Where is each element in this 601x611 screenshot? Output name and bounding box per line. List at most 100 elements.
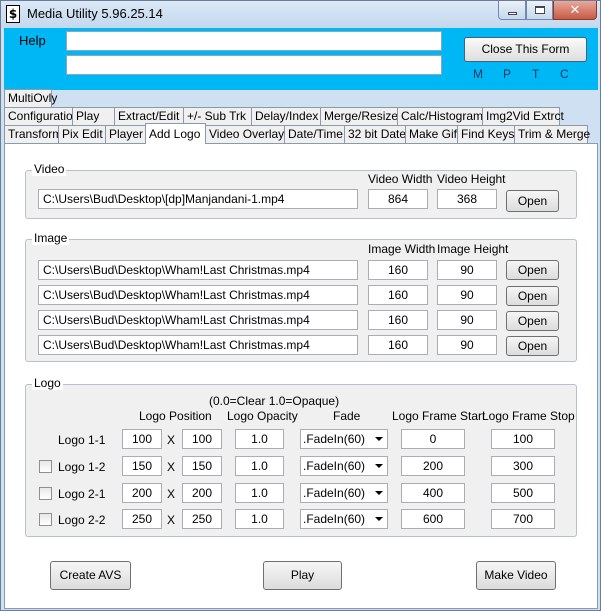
logo-2-2-checkbox[interactable]: [39, 513, 52, 526]
close-form-button[interactable]: Close This Form: [464, 37, 587, 62]
chevron-down-icon: [375, 437, 383, 441]
tab-make-gif[interactable]: Make Gif: [405, 125, 458, 144]
tab-row-1: MultiOvly: [4, 89, 57, 108]
logo-1-2-fade-value: .FadeIn(60): [303, 459, 366, 473]
tab-find-keys[interactable]: Find Keys: [457, 125, 515, 144]
logo-group: Logo (0.0=Clear 1.0=Opaque) Logo Positio…: [25, 376, 577, 537]
close-icon: ✕: [569, 2, 581, 18]
logo-2-1-opacity[interactable]: 1.0: [235, 483, 284, 503]
tab-configuration[interactable]: Configuration: [4, 107, 79, 126]
logo-1-2-pos-y[interactable]: 150: [182, 456, 222, 476]
logo-frame-stop-header: Logo Frame Stop: [482, 409, 575, 423]
image-open-button-4[interactable]: Open: [506, 336, 559, 356]
logo-1-2-checkbox[interactable]: [39, 460, 52, 473]
add-logo-panel: Video Video Width Video Height C:\Users\…: [4, 143, 598, 609]
image-path-field-3[interactable]: C:\Users\Bud\Desktop\Wham!Last Christmas…: [38, 310, 358, 330]
create-avs-button[interactable]: Create AVS: [50, 561, 131, 590]
logo-1-2-opacity[interactable]: 1.0: [235, 456, 284, 476]
logo-2-2-frame-stop[interactable]: 700: [491, 509, 555, 529]
logo-2-1-frame-start[interactable]: 400: [401, 483, 465, 503]
image-width-field-3[interactable]: 160: [368, 310, 428, 330]
image-path-field-1[interactable]: C:\Users\Bud\Desktop\Wham!Last Christmas…: [38, 260, 358, 280]
image-group-title: Image: [32, 231, 70, 245]
letter-t: T: [532, 67, 540, 81]
tab-play[interactable]: Play: [72, 107, 115, 126]
logo-1-1-pos-y[interactable]: 100: [182, 429, 222, 449]
image-open-button-1[interactable]: Open: [506, 260, 559, 280]
logo-1-1-frame-stop[interactable]: 100: [491, 429, 555, 449]
logo-1-2-frame-stop[interactable]: 300: [491, 456, 555, 476]
tab-trim-merge[interactable]: Trim & Merge: [514, 125, 590, 144]
logo-1-2-frame-start[interactable]: 200: [401, 456, 465, 476]
video-open-button[interactable]: Open: [506, 190, 559, 212]
logo-1-1-label: Logo 1-1: [58, 433, 106, 447]
logo-2-1-x-sep: X: [167, 487, 176, 501]
logo-2-1-checkbox[interactable]: [39, 487, 52, 500]
logo-2-1-pos-y[interactable]: 200: [182, 483, 222, 503]
logo-2-1-pos-x[interactable]: 200: [122, 483, 162, 503]
tab-delay-index[interactable]: Delay/Index: [251, 107, 321, 126]
logo-2-1-fade-select[interactable]: .FadeIn(60): [300, 483, 388, 503]
tab-img2vid-extrct[interactable]: Img2Vid Extrct: [482, 107, 564, 126]
tab-pix-edit[interactable]: Pix Edit: [58, 125, 106, 144]
letter-p: P: [503, 67, 512, 81]
tab-calc-histogram[interactable]: Calc/Histogram: [397, 107, 483, 126]
video-width-label: Video Width: [368, 172, 433, 186]
image-height-field-4[interactable]: 90: [437, 335, 497, 355]
make-video-button[interactable]: Make Video: [476, 561, 556, 590]
minimize-icon: [507, 11, 517, 15]
app-icon: $: [6, 5, 20, 23]
tab-video-overlay[interactable]: Video Overlay: [205, 125, 285, 144]
image-width-field-1[interactable]: 160: [368, 260, 428, 280]
video-group: Video Video Width Video Height C:\Users\…: [25, 162, 577, 219]
letter-c: C: [560, 67, 569, 81]
logo-1-1-pos-x[interactable]: 100: [122, 429, 162, 449]
logo-1-1-frame-start[interactable]: 0: [401, 429, 465, 449]
video-width-field[interactable]: 864: [368, 189, 428, 209]
tab-add-logo[interactable]: Add Logo: [145, 123, 206, 144]
image-width-field-4[interactable]: 160: [368, 335, 428, 355]
letter-m: M: [473, 67, 483, 81]
tab-32-bit-date[interactable]: 32 bit Date: [344, 125, 406, 144]
tab-multiovly[interactable]: MultiOvly: [4, 89, 57, 108]
logo-1-1-opacity[interactable]: 1.0: [235, 429, 284, 449]
video-height-field[interactable]: 368: [437, 189, 497, 209]
tab-date-time[interactable]: Date/Time: [284, 125, 345, 144]
image-open-button-3[interactable]: Open: [506, 311, 559, 331]
image-group: Image Image Width Image Height C:\Users\…: [25, 231, 577, 362]
header-input-2[interactable]: [66, 55, 442, 75]
logo-1-2-label: Logo 1-2: [58, 460, 106, 474]
logo-2-2-fade-select[interactable]: .FadeIn(60): [300, 509, 388, 529]
minimize-button[interactable]: [498, 1, 526, 20]
logo-1-2-pos-x[interactable]: 150: [122, 456, 162, 476]
logo-group-title: Logo: [32, 376, 63, 390]
menu-help[interactable]: Help: [19, 33, 46, 48]
maximize-icon: [534, 6, 545, 14]
close-window-button[interactable]: ✕: [553, 1, 597, 20]
image-height-field-2[interactable]: 90: [437, 285, 497, 305]
logo-1-1-fade-value: .FadeIn(60): [303, 432, 366, 446]
image-open-button-2[interactable]: Open: [506, 286, 559, 306]
logo-2-2-pos-x[interactable]: 250: [122, 509, 162, 529]
play-button[interactable]: Play: [263, 561, 342, 590]
image-path-field-2[interactable]: C:\Users\Bud\Desktop\Wham!Last Christmas…: [38, 285, 358, 305]
logo-2-2-frame-start[interactable]: 600: [401, 509, 465, 529]
chevron-down-icon: [375, 517, 383, 521]
tab-transform[interactable]: Transform: [4, 125, 62, 144]
maximize-button[interactable]: [526, 1, 553, 20]
image-height-field-1[interactable]: 90: [437, 260, 497, 280]
title-bar: $ Media Utility 5.96.25.14 ✕: [1, 1, 600, 28]
logo-2-2-opacity[interactable]: 1.0: [235, 509, 284, 529]
tab-merge-resize[interactable]: Merge/Resize: [320, 107, 398, 126]
logo-1-2-fade-select[interactable]: .FadeIn(60): [300, 456, 388, 476]
logo-2-2-pos-y[interactable]: 250: [182, 509, 222, 529]
header-input-1[interactable]: [66, 31, 442, 51]
image-width-label: Image Width: [368, 242, 436, 256]
logo-1-1-fade-select[interactable]: .FadeIn(60): [300, 429, 388, 449]
video-path-field[interactable]: C:\Users\Bud\Desktop\[dp]Manjandani-1.mp…: [38, 189, 358, 209]
logo-2-1-frame-stop[interactable]: 500: [491, 483, 555, 503]
image-height-field-3[interactable]: 90: [437, 310, 497, 330]
image-path-field-4[interactable]: C:\Users\Bud\Desktop\Wham!Last Christmas…: [38, 335, 358, 355]
image-width-field-2[interactable]: 160: [368, 285, 428, 305]
tab-player[interactable]: Player: [105, 125, 146, 144]
